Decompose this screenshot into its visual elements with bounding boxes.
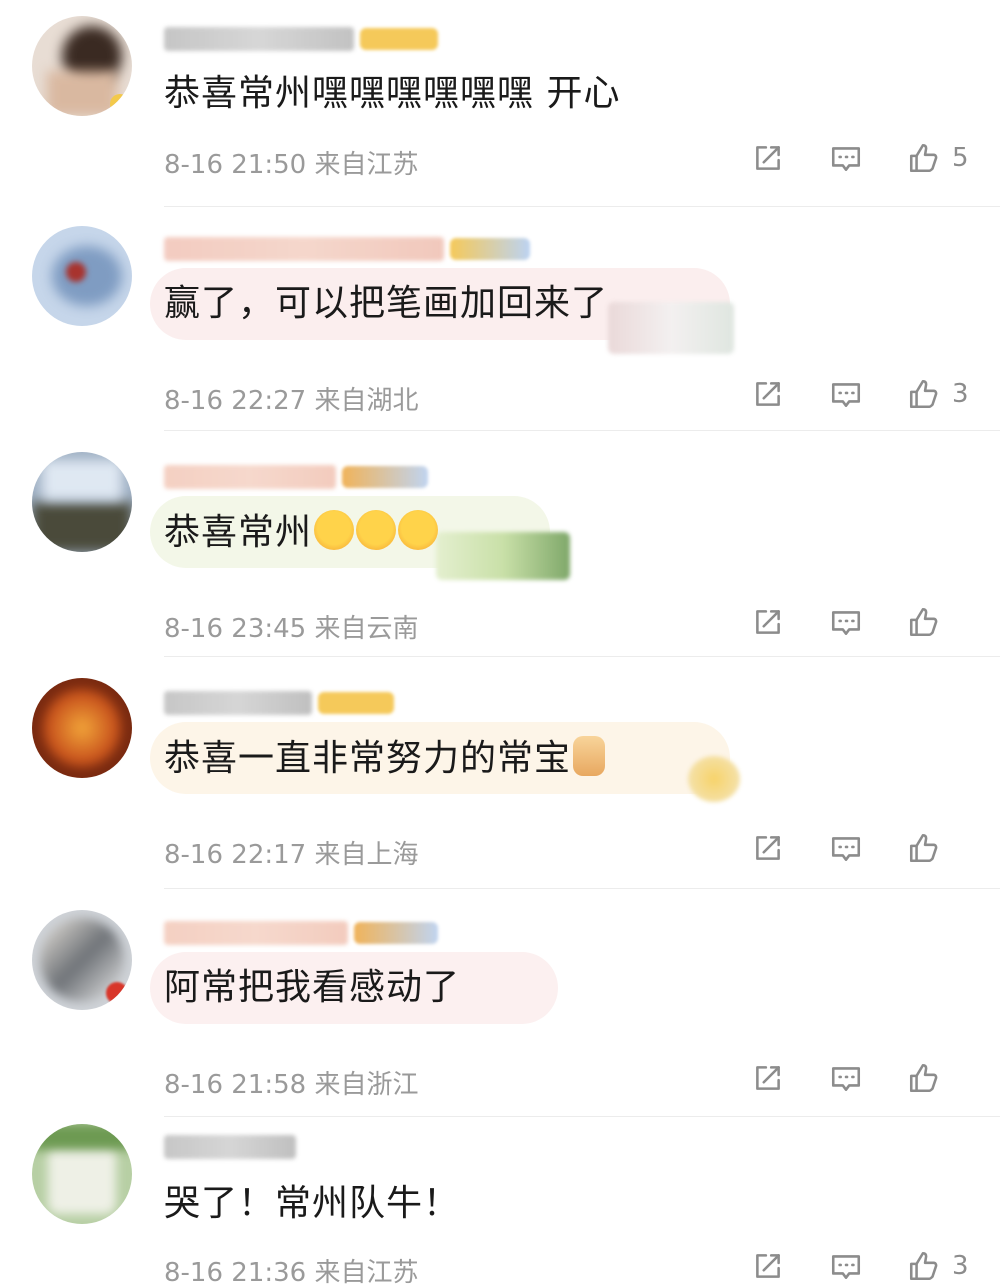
- thumbs-up-icon[interactable]: [902, 1244, 946, 1286]
- comment-location: 来自上海: [314, 840, 419, 870]
- comment-meta: 8-16 22:17 来自上海: [164, 834, 418, 871]
- laughing-crying-emoji-icon: [356, 510, 397, 550]
- username[interactable]: [164, 462, 428, 492]
- comment-location: 来自浙江: [314, 1070, 419, 1100]
- bubble-decoration: [436, 532, 570, 580]
- comment-icon[interactable]: [824, 136, 868, 180]
- comment-icon[interactable]: [824, 1056, 868, 1100]
- comment-feed: 恭喜常州嘿嘿嘿嘿嘿嘿 开心 8-16 21:50 来自江苏 5 赢了，可以把笔画…: [0, 0, 1000, 1286]
- comment-actions: 3: [746, 372, 970, 416]
- thumbs-up-icon[interactable]: [902, 600, 946, 644]
- comment-icon[interactable]: [824, 372, 868, 416]
- comment-actions: 3: [746, 1244, 970, 1286]
- comment-text: 阿常把我看感动了: [164, 967, 461, 1008]
- comment-meta: 8-16 21:50 来自江苏: [164, 144, 418, 181]
- bubble-decoration: [688, 756, 740, 802]
- divider: [164, 430, 1000, 431]
- avatar[interactable]: [32, 452, 132, 552]
- comment-text: 哭了！常州队牛！: [164, 1183, 461, 1224]
- vip-badge: [318, 692, 394, 714]
- bubble-decoration: [608, 302, 734, 354]
- avatar[interactable]: [32, 226, 132, 326]
- share-icon[interactable]: [746, 600, 790, 644]
- laughing-crying-emoji-icon: [314, 510, 355, 550]
- like-count: 3: [952, 379, 969, 409]
- thumbs-up-icon[interactable]: [902, 1056, 946, 1100]
- comment-actions: [746, 826, 970, 870]
- username[interactable]: [164, 688, 394, 718]
- comment-text: 赢了，可以把笔画加回来了: [164, 283, 609, 324]
- avatar[interactable]: [32, 678, 132, 778]
- vip-badge: [354, 922, 438, 944]
- share-icon[interactable]: [746, 1056, 790, 1100]
- comment-actions: [746, 1056, 970, 1100]
- vip-badge: [360, 28, 438, 50]
- comment-meta: 8-16 21:58 来自浙江: [164, 1064, 418, 1101]
- like-count: 5: [952, 143, 969, 173]
- comment-time: 8-16 22:27: [164, 386, 307, 416]
- comment-meta: 8-16 21:36 来自江苏: [164, 1252, 418, 1286]
- comment-icon[interactable]: [824, 1244, 868, 1286]
- comment-text: 恭喜常州嘿嘿嘿嘿嘿嘿 开心: [164, 73, 621, 114]
- share-icon[interactable]: [746, 136, 790, 180]
- thumbs-up-emoji-icon: [573, 736, 606, 776]
- comment-icon[interactable]: [824, 826, 868, 870]
- vip-badge: [450, 238, 530, 260]
- comment-text: 恭喜一直非常努力的常宝: [164, 736, 606, 781]
- comment-time: 8-16 22:17: [164, 840, 307, 870]
- avatar[interactable]: [32, 910, 132, 1010]
- comment-text: 恭喜常州: [164, 510, 439, 555]
- comment-time: 8-16 21:36: [164, 1258, 307, 1286]
- thumbs-up-icon[interactable]: [902, 136, 946, 180]
- avatar[interactable]: [32, 16, 132, 116]
- username[interactable]: [164, 234, 530, 264]
- comment-meta: 8-16 23:45 来自云南: [164, 608, 418, 645]
- share-icon[interactable]: [746, 826, 790, 870]
- divider: [164, 1116, 1000, 1117]
- comment-icon[interactable]: [824, 600, 868, 644]
- avatar[interactable]: [32, 1124, 132, 1224]
- comment-actions: 5: [746, 136, 970, 180]
- username[interactable]: [164, 1132, 296, 1162]
- vip-badge: [342, 466, 428, 488]
- comment-time: 8-16 21:50: [164, 150, 307, 180]
- comment-text-content: 恭喜一直非常努力的常宝: [164, 738, 572, 779]
- thumbs-up-icon[interactable]: [902, 826, 946, 870]
- divider: [164, 888, 1000, 889]
- username[interactable]: [164, 24, 438, 54]
- comment-time: 8-16 23:45: [164, 614, 307, 644]
- divider: [164, 656, 1000, 657]
- share-icon[interactable]: [746, 1244, 790, 1286]
- comment-location: 来自云南: [314, 614, 419, 644]
- like-count: 3: [952, 1251, 969, 1281]
- share-icon[interactable]: [746, 372, 790, 416]
- username[interactable]: [164, 918, 438, 948]
- comment-location: 来自湖北: [314, 386, 419, 416]
- comment-actions: [746, 600, 970, 644]
- comment-text-content: 恭喜常州: [164, 512, 313, 553]
- comment-meta: 8-16 22:27 来自湖北: [164, 380, 418, 417]
- comment-time: 8-16 21:58: [164, 1070, 307, 1100]
- comment-location: 来自江苏: [314, 150, 419, 180]
- comment-location: 来自江苏: [314, 1258, 419, 1286]
- thumbs-up-icon[interactable]: [902, 372, 946, 416]
- laughing-crying-emoji-icon: [398, 510, 439, 550]
- divider: [164, 206, 1000, 207]
